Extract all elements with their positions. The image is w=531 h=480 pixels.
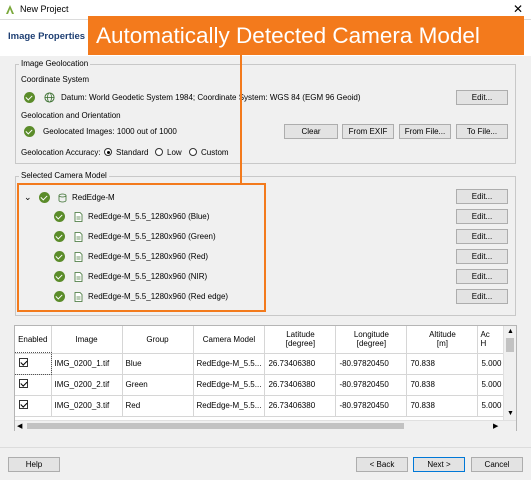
altitude-cell: 70.838 <box>406 353 479 375</box>
accuracy-low-label: Low <box>167 148 182 157</box>
image-cell: IMG_0200_1.tif <box>51 353 123 375</box>
accuracy-standard-radio[interactable] <box>104 148 112 156</box>
altitude-cell: 70.838 <box>406 395 479 417</box>
band-edit-button[interactable]: Edit... <box>456 229 508 244</box>
from-file-button[interactable]: From File... <box>399 124 451 139</box>
altitude-cell: 70.838 <box>406 374 479 396</box>
enabled-checkbox[interactable] <box>19 400 28 409</box>
back-button[interactable]: < Back <box>356 457 408 472</box>
scroll-down-arrow-icon[interactable]: ▼ <box>507 410 514 417</box>
group-cell: Blue <box>122 353 194 375</box>
col-camera-model[interactable]: Camera Model <box>193 326 266 354</box>
table-header-row: Enabled Image Group Camera Model Latitud… <box>15 326 509 354</box>
longitude-cell: -80.97820450 <box>335 374 408 396</box>
col-enabled[interactable]: Enabled <box>15 326 52 354</box>
latitude-cell: 26.73406380 <box>264 374 337 396</box>
camera-model-cell: RedEdge-M_5.5... <box>193 374 266 396</box>
enabled-cell[interactable] <box>15 374 52 396</box>
latitude-header-label: Latitude <box>286 330 315 340</box>
longitude-header-unit: [degree] <box>356 339 387 349</box>
scroll-thumb[interactable] <box>27 423 404 429</box>
annotation-connector <box>240 55 242 183</box>
geolocated-images-text: Geolocated Images: 1000 out of 1000 <box>43 127 177 136</box>
image-geolocation-legend: Image Geolocation <box>19 59 91 68</box>
scroll-up-arrow-icon[interactable]: ▲ <box>507 328 514 335</box>
coordinate-system-label: Coordinate System <box>21 75 90 84</box>
scroll-thumb[interactable] <box>506 338 514 352</box>
accuracy-header-label: Ac <box>480 330 490 340</box>
accuracy-header-unit: H <box>480 339 487 349</box>
selected-camera-model-legend: Selected Camera Model <box>19 171 109 180</box>
band-edit-button[interactable]: Edit... <box>456 249 508 264</box>
image-cell: IMG_0200_3.tif <box>51 395 123 417</box>
altitude-header-label: Altitude <box>429 330 456 340</box>
col-altitude[interactable]: Altitude [m] <box>406 326 479 354</box>
status-ok-icon <box>24 92 35 103</box>
longitude-cell: -80.97820450 <box>335 395 408 417</box>
clear-button[interactable]: Clear <box>284 124 338 139</box>
next-button[interactable]: Next > <box>413 457 465 472</box>
longitude-header-label: Longitude <box>353 330 390 340</box>
latitude-header-unit: [degree] <box>285 339 316 349</box>
accuracy-low-radio[interactable] <box>155 148 163 156</box>
group-cell: Red <box>122 395 194 417</box>
group-cell: Green <box>122 374 194 396</box>
band-edit-button[interactable]: Edit... <box>456 269 508 284</box>
footer-divider <box>0 447 531 448</box>
band-edit-button[interactable]: Edit... <box>456 289 508 304</box>
enabled-checkbox[interactable] <box>19 358 28 367</box>
geolocation-orientation-label: Geolocation and Orientation <box>21 111 121 120</box>
geolocation-accuracy-label: Geolocation Accuracy: <box>21 148 101 157</box>
col-latitude[interactable]: Latitude [degree] <box>264 326 337 354</box>
altitude-header-unit: [m] <box>436 339 448 349</box>
table-horizontal-scrollbar[interactable]: ◀ ▶ <box>15 420 516 431</box>
camera-model-edit-button[interactable]: Edit... <box>456 189 508 204</box>
from-exif-button[interactable]: From EXIF <box>342 124 394 139</box>
app-icon <box>6 5 14 14</box>
status-ok-icon <box>24 126 35 137</box>
band-edit-button[interactable]: Edit... <box>456 209 508 224</box>
globe-icon <box>44 92 55 103</box>
image-cell: IMG_0200_2.tif <box>51 374 123 396</box>
col-image[interactable]: Image <box>51 326 123 354</box>
col-group[interactable]: Group <box>122 326 194 354</box>
window-title: New Project <box>20 4 69 14</box>
scroll-left-arrow-icon[interactable]: ◀ <box>17 422 22 430</box>
annotation-callout: Automatically Detected Camera Model <box>88 16 524 55</box>
cancel-button[interactable]: Cancel <box>471 457 523 472</box>
enabled-checkbox[interactable] <box>19 379 28 388</box>
to-file-button[interactable]: To File... <box>456 124 508 139</box>
coordinate-system-edit-button[interactable]: Edit... <box>456 90 508 105</box>
close-icon[interactable]: ✕ <box>513 2 523 16</box>
table-row[interactable]: IMG_0200_2.tif Green RedEdge-M_5.5... 26.73… <box>15 374 509 396</box>
enabled-cell[interactable] <box>15 395 52 417</box>
annotation-highlight-box <box>17 183 266 312</box>
table-row[interactable]: IMG_0200_1.tif Blue RedEdge-M_5.5... 26.734… <box>15 352 509 375</box>
latitude-cell: 26.73406380 <box>264 353 337 375</box>
camera-model-cell: RedEdge-M_5.5... <box>193 353 266 375</box>
accuracy-standard-label: Standard <box>116 148 149 157</box>
datum-text: Datum: World Geodetic System 1984; Coord… <box>61 93 361 102</box>
help-button[interactable]: Help <box>8 457 60 472</box>
table-vertical-scrollbar[interactable]: ▲ ▼ <box>503 326 516 420</box>
scroll-right-arrow-icon[interactable]: ▶ <box>493 422 498 430</box>
longitude-cell: -80.97820450 <box>335 353 408 375</box>
image-table: Enabled Image Group Camera Model Latitud… <box>14 325 517 431</box>
accuracy-custom-label: Custom <box>201 148 229 157</box>
enabled-cell[interactable] <box>15 352 52 375</box>
latitude-cell: 26.73406380 <box>264 395 337 417</box>
table-row[interactable]: IMG_0200_3.tif Red RedEdge-M_5.5... 26.7340… <box>15 395 509 417</box>
page-title: Image Properties <box>8 31 86 42</box>
camera-model-cell: RedEdge-M_5.5... <box>193 395 266 417</box>
col-longitude[interactable]: Longitude [degree] <box>335 326 408 354</box>
accuracy-custom-radio[interactable] <box>189 148 197 156</box>
